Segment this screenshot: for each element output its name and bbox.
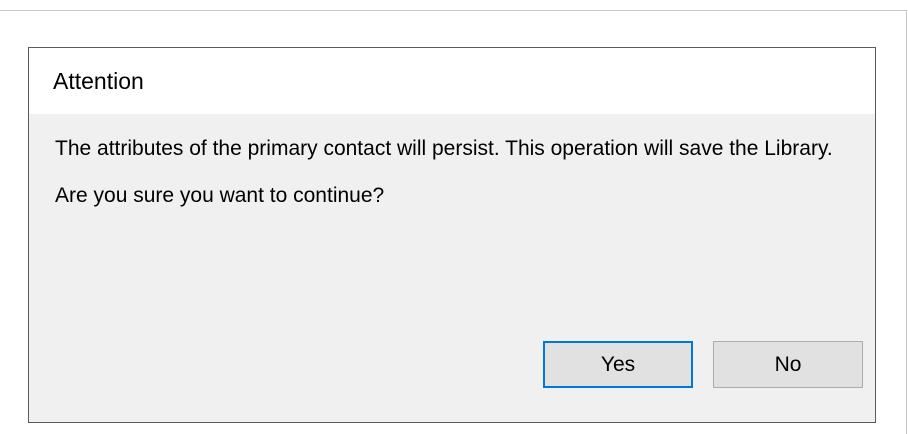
no-button[interactable]: No xyxy=(713,341,863,388)
dialog-button-row: Yes No xyxy=(543,341,863,388)
window-frame: Attention The attributes of the primary … xyxy=(0,10,907,434)
dialog-question: Are you sure you want to continue? xyxy=(55,184,385,207)
dialog-message: The attributes of the primary contact wi… xyxy=(55,137,833,160)
yes-button[interactable]: Yes xyxy=(543,341,693,388)
dialog-titlebar: Attention xyxy=(29,48,875,114)
confirmation-dialog: Attention The attributes of the primary … xyxy=(28,47,876,423)
dialog-title: Attention xyxy=(53,67,144,94)
dialog-content: The attributes of the primary contact wi… xyxy=(29,114,875,208)
